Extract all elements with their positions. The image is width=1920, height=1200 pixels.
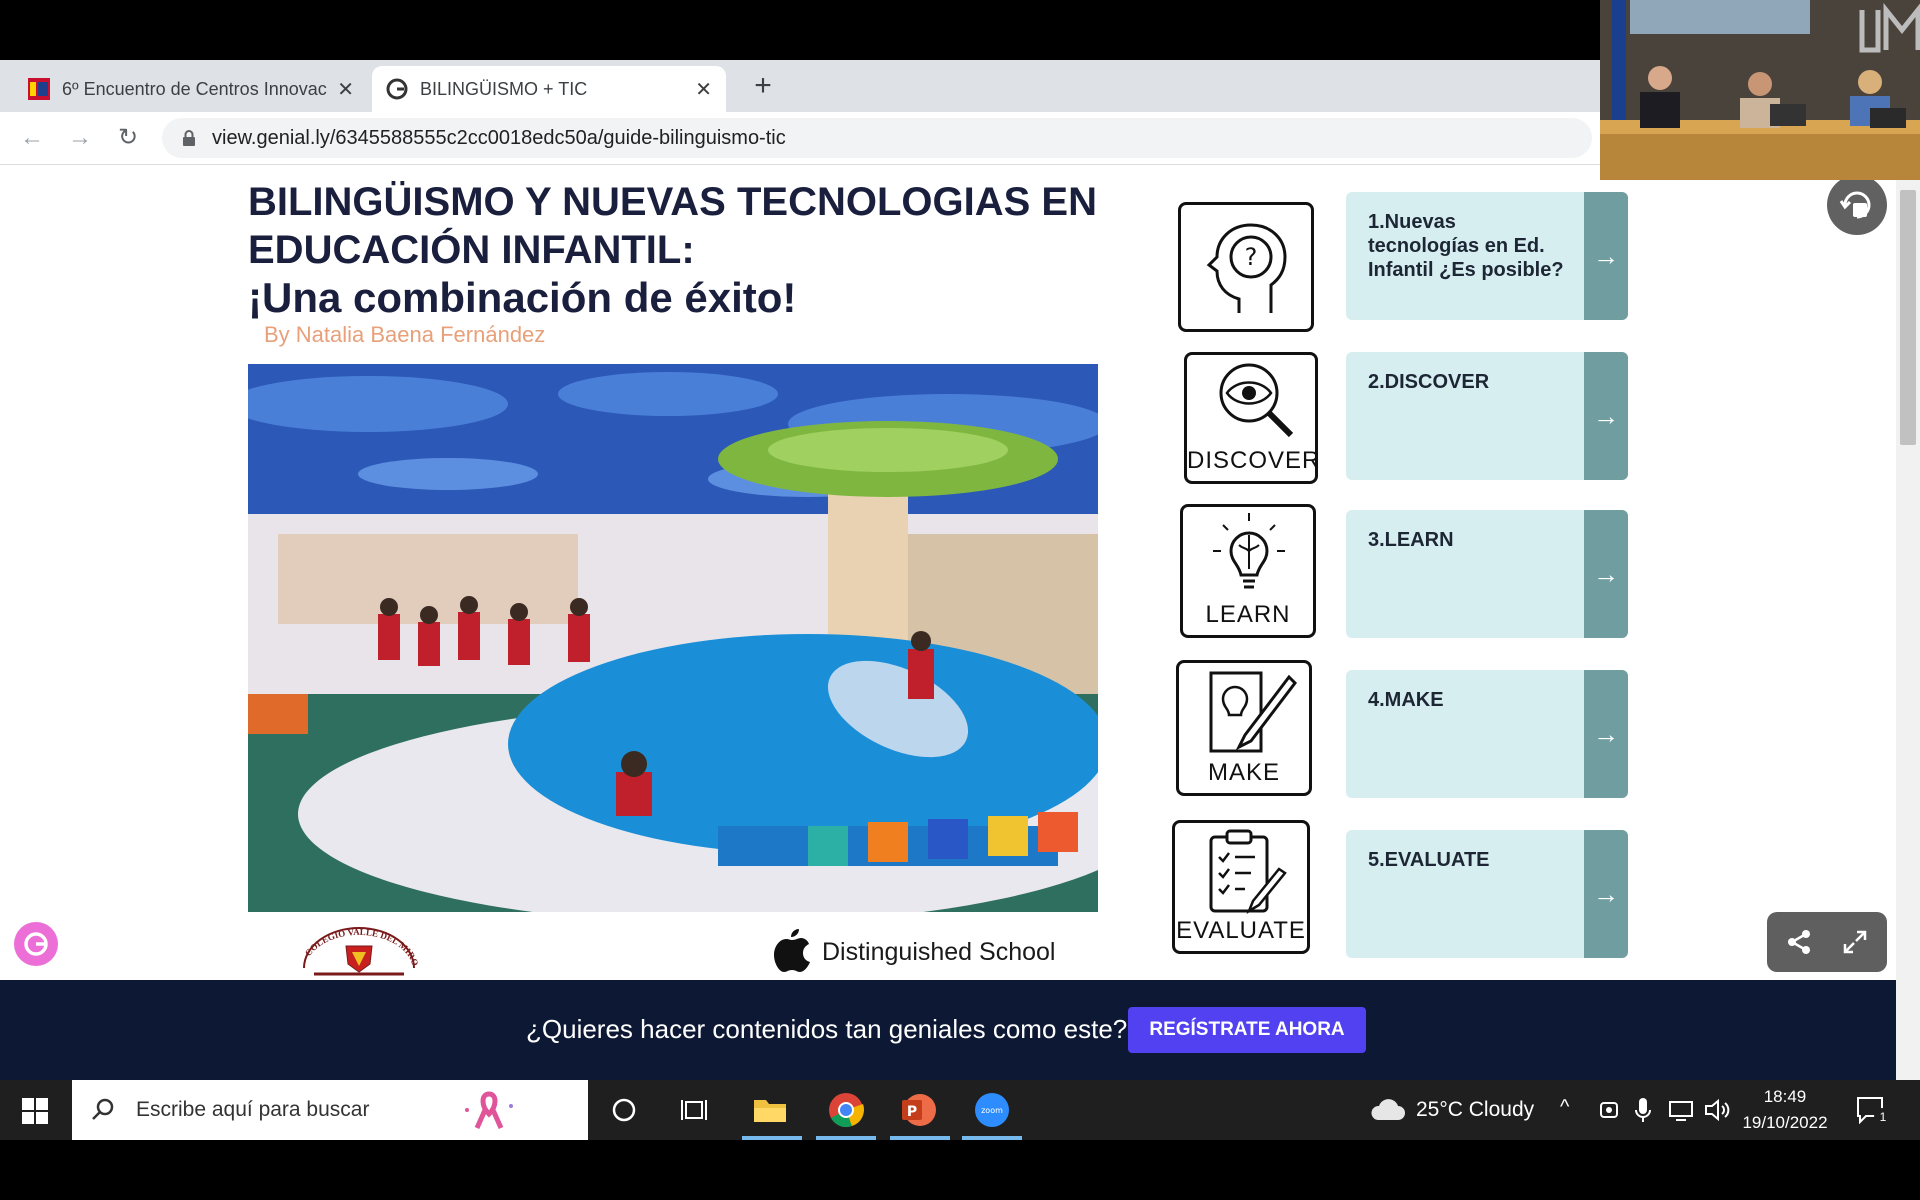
tab-bilinguismo-tic[interactable]: BILINGÜISMO + TIC ✕ bbox=[372, 66, 726, 112]
head-question-icon: ? bbox=[1206, 223, 1287, 313]
new-tab-button[interactable]: + bbox=[748, 66, 778, 106]
browser-toolbar: ← → ↻ view.genial.ly/6345588555c2cc0018e… bbox=[0, 112, 1600, 165]
menu-icon-3[interactable]: LEARN bbox=[1180, 504, 1316, 638]
genially-logo-icon bbox=[24, 932, 48, 956]
back-icon[interactable]: ← bbox=[16, 122, 48, 154]
menu-icon-label: LEARN bbox=[1205, 601, 1291, 628]
menu-icon-label: MAKE bbox=[1207, 759, 1280, 786]
arrow-right-icon[interactable]: → bbox=[1584, 510, 1628, 638]
menu-card-label: 3.LEARN bbox=[1368, 529, 1454, 551]
menu-card-2[interactable]: 2.DISCOVER → bbox=[1346, 352, 1628, 480]
register-now-button[interactable]: REGÍSTRATE AHORA bbox=[1128, 1007, 1366, 1053]
distinguished-school-label: Distinguished School bbox=[822, 938, 1056, 966]
tab-title: 6º Encuentro de Centros Innovac bbox=[62, 78, 327, 99]
file-explorer-icon[interactable] bbox=[750, 1090, 790, 1130]
menu-card-4[interactable]: 4.MAKE → bbox=[1346, 670, 1628, 798]
brain-bulb-icon bbox=[1213, 513, 1285, 589]
taskbar-clock[interactable]: 18:49 19/10/2022 bbox=[1740, 1084, 1830, 1136]
browser-tab-strip: 6º Encuentro de Centros Innovac ✕ BILING… bbox=[0, 60, 1600, 112]
madrid-flag-icon bbox=[28, 78, 50, 100]
author-credit: By Natalia Baena Fernández bbox=[264, 322, 546, 347]
share-fullscreen-bar bbox=[1767, 912, 1887, 972]
volume-icon[interactable] bbox=[1704, 1098, 1732, 1122]
menu-card-label: 2.DISCOVER bbox=[1368, 371, 1490, 393]
url-text: view.genial.ly/6345588555c2cc0018edc50a/… bbox=[212, 126, 786, 149]
zoom-icon[interactable]: zoom bbox=[972, 1090, 1012, 1130]
apple-logo-icon bbox=[774, 929, 810, 972]
slide-title: BILINGÜISMO Y NUEVAS TECNOLOGIAS EN EDUC… bbox=[248, 178, 1128, 322]
classroom-photo bbox=[248, 364, 1098, 912]
scrollbar-thumb[interactable] bbox=[1900, 190, 1916, 445]
svg-text:?: ? bbox=[1245, 243, 1258, 271]
school-logo: COLEGIO VALLE DEL MIRO bbox=[284, 920, 434, 980]
pink-ribbon-icon bbox=[465, 1091, 514, 1130]
powerpoint-icon[interactable]: P bbox=[898, 1090, 938, 1130]
fullscreen-icon[interactable] bbox=[1841, 928, 1869, 956]
meet-now-icon[interactable] bbox=[1598, 1098, 1620, 1122]
svg-text:P: P bbox=[907, 1104, 917, 1120]
clock-date: 19/10/2022 bbox=[1742, 1113, 1828, 1132]
title-line: BILINGÜISMO Y NUEVAS TECNOLOGIAS EN bbox=[248, 180, 1097, 224]
reload-icon[interactable]: ↻ bbox=[112, 122, 144, 154]
active-app-indicator bbox=[962, 1136, 1022, 1140]
active-app-indicator bbox=[890, 1136, 950, 1140]
menu-card-label: 1.Nuevas tecnologías en Ed. Infantil ¿Es… bbox=[1368, 211, 1564, 281]
rotate-device-button[interactable] bbox=[1827, 175, 1887, 235]
tab-title: BILINGÜISMO + TIC bbox=[420, 78, 588, 99]
tab-encuentro-centros[interactable]: 6º Encuentro de Centros Innovac ✕ bbox=[14, 66, 368, 112]
lock-icon bbox=[183, 130, 195, 146]
menu-icon-label: DISCOVER bbox=[1187, 447, 1321, 474]
menu-icon-label: EVALUATE bbox=[1176, 917, 1306, 944]
active-app-indicator bbox=[742, 1136, 802, 1140]
cortana-icon[interactable] bbox=[604, 1090, 644, 1130]
cloud-weather-icon bbox=[1371, 1099, 1405, 1120]
forward-icon[interactable]: → bbox=[64, 122, 96, 154]
active-app-indicator bbox=[816, 1136, 876, 1140]
pencil-idea-icon bbox=[1209, 671, 1297, 753]
clipboard-check-icon bbox=[1209, 829, 1287, 914]
search-placeholder: Escribe aquí para buscar bbox=[136, 1098, 370, 1121]
menu-icon-5[interactable]: EVALUATE bbox=[1172, 820, 1310, 954]
close-icon[interactable]: ✕ bbox=[337, 77, 354, 102]
genially-icon bbox=[386, 78, 408, 100]
menu-card-label: 4.MAKE bbox=[1368, 689, 1444, 711]
search-icon bbox=[92, 1098, 114, 1120]
arrow-right-icon[interactable]: → bbox=[1584, 192, 1628, 320]
close-icon[interactable]: ✕ bbox=[695, 77, 712, 102]
menu-card-label: 5.EVALUATE bbox=[1368, 849, 1490, 871]
menu-icon-4[interactable]: MAKE bbox=[1176, 660, 1312, 796]
network-icon[interactable] bbox=[1668, 1098, 1694, 1122]
taskbar-search-box[interactable]: Escribe aquí para buscar bbox=[72, 1080, 588, 1140]
menu-card-3[interactable]: 3.LEARN → bbox=[1346, 510, 1628, 638]
notification-count: 1 bbox=[1874, 1108, 1892, 1126]
clock-time: 18:49 bbox=[1763, 1087, 1807, 1106]
menu-icon-1[interactable]: ? bbox=[1178, 202, 1314, 332]
arrow-right-icon[interactable]: → bbox=[1584, 830, 1628, 958]
arrow-right-icon[interactable]: → bbox=[1584, 670, 1628, 798]
eye-magnifier-icon bbox=[1219, 363, 1294, 438]
chrome-icon[interactable] bbox=[826, 1090, 866, 1130]
rotate-icon bbox=[1839, 191, 1871, 219]
title-subline: ¡Una combinación de éxito! bbox=[248, 274, 797, 321]
menu-card-5[interactable]: 5.EVALUATE → bbox=[1346, 830, 1628, 958]
menu-card-1[interactable]: 1.Nuevas tecnologías en Ed. Infantil ¿Es… bbox=[1346, 192, 1628, 320]
banner-question: ¿Quieres hacer contenidos tan geniales c… bbox=[526, 1014, 1128, 1044]
video-call-thumbnail bbox=[1600, 0, 1920, 180]
share-icon[interactable] bbox=[1785, 928, 1813, 956]
genially-badge-button[interactable] bbox=[14, 922, 58, 966]
title-line: EDUCACIÓN INFANTIL: bbox=[248, 228, 695, 272]
arrow-right-icon[interactable]: → bbox=[1584, 352, 1628, 480]
menu-icon-2[interactable]: DISCOVER bbox=[1184, 352, 1321, 484]
microphone-icon[interactable] bbox=[1634, 1096, 1652, 1124]
weather-text: 25°C Cloudy bbox=[1416, 1098, 1535, 1121]
task-view-icon[interactable] bbox=[676, 1090, 716, 1130]
address-bar[interactable]: view.genial.ly/6345588555c2cc0018edc50a/… bbox=[162, 118, 1592, 158]
svg-text:zoom: zoom bbox=[981, 1106, 1003, 1115]
windows-start-icon[interactable] bbox=[22, 1098, 48, 1124]
chevron-up-icon[interactable]: ^ bbox=[1560, 1096, 1569, 1119]
